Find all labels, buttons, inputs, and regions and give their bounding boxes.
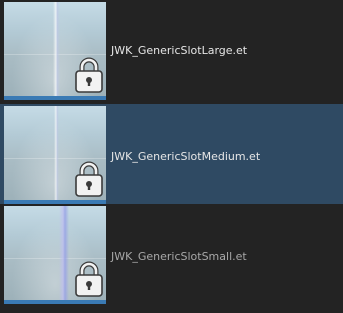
asset-item-generic-slot-large[interactable]: JWK_GenericSlotLarge.et (0, 0, 343, 100)
padlock-icon (75, 57, 103, 93)
asset-name: JWK_GenericSlotMedium.et (111, 150, 261, 163)
padlock-icon (75, 161, 103, 197)
thumbnail-status-bar (4, 300, 106, 304)
asset-name: JWK_GenericSlotSmall.et (111, 250, 247, 263)
asset-thumbnail (4, 2, 106, 100)
asset-list: JWK_GenericSlotLarge.et JWK_GenericSlotM… (0, 0, 343, 313)
asset-item-generic-slot-small[interactable]: JWK_GenericSlotSmall.et (0, 204, 343, 304)
asset-item-generic-slot-medium[interactable]: JWK_GenericSlotMedium.et (0, 104, 343, 204)
thumbnail-status-bar (4, 96, 106, 100)
asset-thumbnail (4, 106, 106, 204)
asset-thumbnail (4, 206, 106, 304)
padlock-icon (75, 261, 103, 297)
asset-name: JWK_GenericSlotLarge.et (111, 44, 248, 57)
